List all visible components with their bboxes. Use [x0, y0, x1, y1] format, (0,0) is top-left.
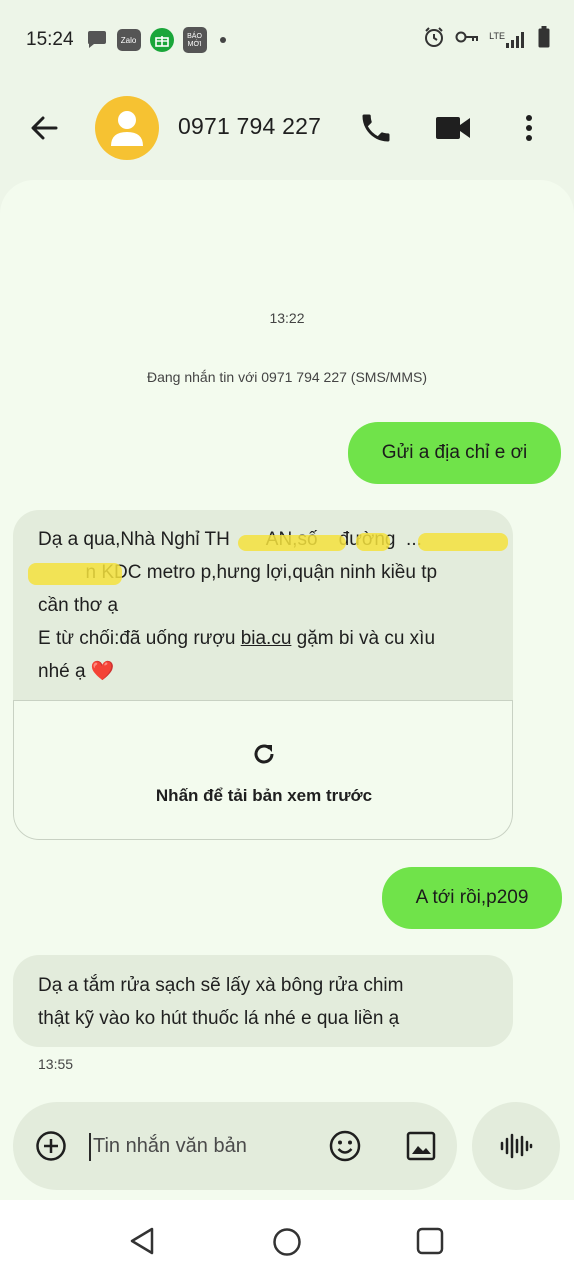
nav-home-icon — [273, 1228, 301, 1256]
message-line: E từ chối:đã uống rượu bia.cu gặm bi và … — [38, 628, 436, 649]
image-icon — [406, 1131, 436, 1161]
message-text: Dạ a qua,Nhà Nghỉ TH AN,số đường ... n K… — [28, 523, 508, 688]
timestamp: 13:55 — [38, 1056, 74, 1072]
text-cursor — [89, 1133, 91, 1161]
notification-icons: Zalo BÁO MỚI — [86, 27, 226, 53]
signal-icon — [506, 31, 524, 48]
phone-icon — [362, 114, 390, 142]
back-arrow-icon — [31, 116, 58, 140]
emoji-button[interactable] — [328, 1129, 362, 1163]
redaction-mark — [28, 563, 122, 585]
message-text: Gửi a địa chỉ e ơi — [381, 442, 528, 463]
baomoi-icon: BÁO MỚI — [182, 27, 207, 53]
contact-name[interactable]: 0971 794 227 — [178, 113, 321, 140]
navigation-bar — [0, 1200, 574, 1280]
message-line: nhé ạ ❤️ — [38, 661, 115, 682]
message-list[interactable]: 13:22 Đang nhắn tin với 0971 794 227 (SM… — [0, 180, 574, 1200]
alarm-icon — [423, 26, 445, 53]
status-time: 15:24 — [26, 29, 74, 50]
nav-back-button[interactable] — [128, 1226, 156, 1256]
add-circle-icon — [36, 1131, 66, 1161]
call-button[interactable] — [358, 110, 394, 146]
message-text: A tới rồi,p209 — [415, 887, 529, 908]
avatar[interactable] — [95, 96, 159, 160]
refresh-icon — [254, 744, 274, 764]
add-attachment-button[interactable] — [35, 1130, 67, 1162]
nav-recents-button[interactable] — [416, 1227, 444, 1255]
composer: Tin nhắn văn bản — [13, 1102, 457, 1190]
zalo-icon: Zalo — [116, 29, 141, 51]
incoming-message[interactable]: Dạ a qua,Nhà Nghỉ TH AN,số đường ... n K… — [13, 510, 513, 840]
video-camera-icon — [436, 117, 470, 139]
conversation-info: Đang nhắn tin với 0971 794 227 (SMS/MMS) — [147, 369, 427, 385]
redaction-mark — [418, 533, 508, 551]
redaction-mark — [356, 533, 390, 551]
conversation-header: 0971 794 227 — [0, 88, 574, 168]
redaction-mark — [238, 535, 346, 551]
message-line: thật kỹ vào ko hút thuốc lá nhé e qua li… — [38, 1008, 400, 1029]
voice-waveform-icon — [500, 1133, 533, 1159]
nav-recents-icon — [416, 1227, 444, 1255]
gift-icon — [149, 28, 174, 52]
gallery-button[interactable] — [406, 1131, 436, 1161]
nav-back-icon — [130, 1227, 154, 1255]
vpn-key-icon — [455, 30, 479, 49]
more-vert-icon — [526, 115, 532, 141]
link-preview-label: Nhấn để tải bản xem trước — [155, 786, 373, 805]
back-button[interactable] — [26, 110, 62, 146]
nav-home-button[interactable] — [272, 1227, 302, 1257]
system-icons: LTE — [423, 26, 550, 53]
notification-dot — [219, 37, 226, 43]
outgoing-message[interactable]: Gửi a địa chỉ e ơi — [348, 422, 561, 484]
person-icon — [111, 111, 143, 146]
voice-message-button[interactable] — [472, 1102, 560, 1190]
message-input[interactable]: Tin nhắn văn bản — [93, 1135, 247, 1158]
battery-icon — [538, 26, 550, 53]
video-call-button[interactable] — [434, 112, 472, 144]
message-line: Dạ a tắm rửa sạch sẽ lấy xà bông rửa chi… — [38, 975, 404, 996]
emoji-icon — [329, 1130, 361, 1162]
status-bar: 15:24 Zalo BÁO MỚI LTE — [0, 0, 574, 80]
incoming-message[interactable]: Dạ a tắm rửa sạch sẽ lấy xà bông rửa chi… — [13, 955, 513, 1047]
more-options-button[interactable] — [516, 110, 542, 146]
timestamp: 13:22 — [269, 310, 305, 326]
message-link[interactable]: bia.cu — [241, 628, 292, 649]
link-preview[interactable]: Nhấn để tải bản xem trước — [13, 700, 513, 840]
outgoing-message[interactable]: A tới rồi,p209 — [382, 867, 562, 929]
lte-signal-icon: LTE — [489, 31, 528, 49]
message-line: cần thơ ạ — [38, 595, 119, 616]
chat-bubble-icon — [86, 30, 108, 50]
network-type: LTE — [489, 30, 505, 41]
